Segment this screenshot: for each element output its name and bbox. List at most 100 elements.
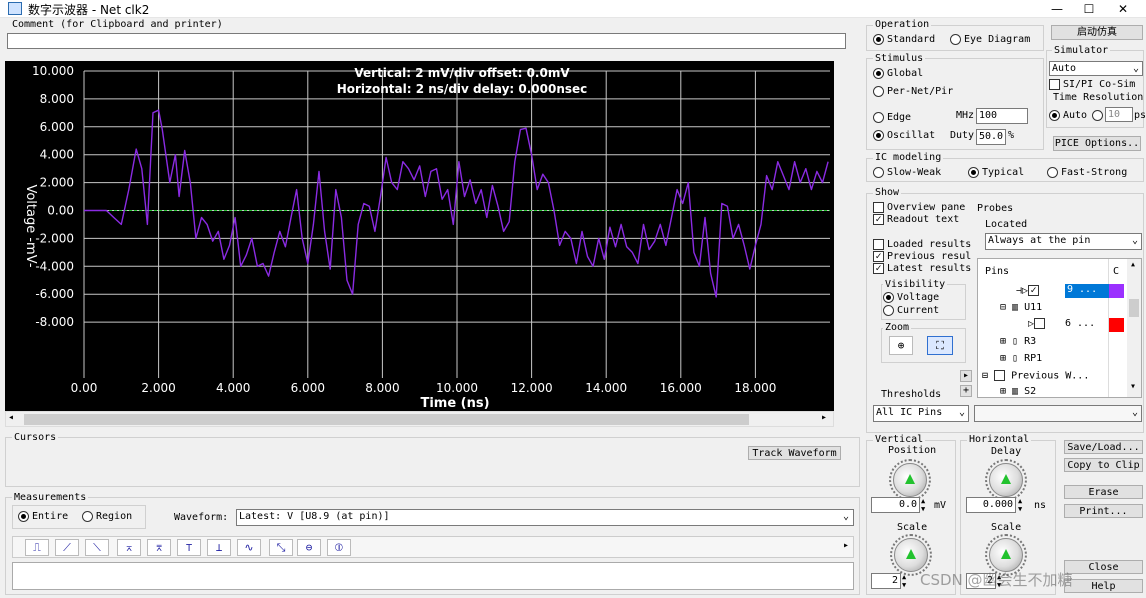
entire-radio[interactable]: Entire [18, 511, 68, 523]
zoom-in-icon[interactable]: ⊕ [889, 336, 913, 355]
tree-row-pin-6[interactable]: ▷ [1028, 318, 1046, 330]
hold-time-icon[interactable]: ⊥ [207, 539, 231, 556]
undershoot-icon[interactable]: ⌆ [147, 539, 171, 556]
tree-row-u11[interactable]: ⊟ ▥ U11 [1000, 302, 1042, 313]
previous-results-checkbox[interactable]: ✓ Previous resul [873, 251, 971, 263]
voltage-radio[interactable]: Voltage [883, 292, 939, 304]
pin-filter-select[interactable]: ⌄ [974, 405, 1142, 422]
thresholds-select-value: All IC Pins [876, 407, 943, 418]
fast-strong-label: Fast-Strong [1061, 167, 1128, 178]
vertical-scale-knob[interactable] [894, 538, 928, 572]
overview-pane-label: Overview pane [887, 202, 966, 213]
pin-6-color-swatch[interactable] [1109, 318, 1124, 332]
rise-time-icon[interactable]: ⟋ [55, 539, 79, 556]
eye-diagram-label: Eye Diagram [964, 34, 1031, 45]
horizontal-info-text: Horizontal: 2 ns/div delay: 0.000nsec [337, 82, 588, 96]
tree-row-pin-9[interactable]: ⊣▷ ✓ [1016, 285, 1040, 297]
zoom-fit-icon[interactable]: ⛶ [927, 336, 953, 355]
time-resolution-input[interactable]: 10 [1105, 107, 1133, 122]
simulator-title: Simulator [1052, 45, 1111, 56]
watermark: CSDN @幽会生不加糖 [920, 571, 1073, 589]
vertical-scale-input[interactable]: 2 [871, 573, 901, 589]
scroll-left-arrow[interactable]: ◂ [8, 412, 14, 423]
tree-row-previous[interactable]: ⊟ Previous W... [982, 370, 1089, 382]
slew-rate-icon[interactable]: ∿ [237, 539, 261, 556]
typical-radio[interactable]: Typical [968, 167, 1024, 179]
fall-time-icon[interactable]: ⟍ [85, 539, 109, 556]
eye-width-icon[interactable]: ⊖ [297, 539, 321, 556]
help-button[interactable]: Help [1064, 579, 1143, 593]
readout-text-checkbox[interactable]: ✓ Readout text [873, 214, 959, 226]
copy-to-clip-button[interactable]: Copy to Clip [1064, 458, 1143, 472]
vertical-position-spinner[interactable]: ▲ ▼ [921, 497, 925, 513]
scroll-right-arrow[interactable]: ▸ [821, 412, 827, 423]
pulse-width-icon[interactable]: ⎍ [25, 539, 49, 556]
current-radio[interactable]: Current [883, 305, 939, 317]
start-simulation-button[interactable]: 启动仿真 [1051, 25, 1143, 40]
x-tick-label: 18.000 [734, 381, 776, 395]
tree-row-r3[interactable]: ⊞ ▯ R3 [1000, 336, 1036, 347]
close-dialog-button[interactable]: Close [1064, 560, 1143, 574]
simulator-select[interactable]: Auto ⌄ [1049, 61, 1143, 76]
plot-scrollbar[interactable]: ◂ ▸ [5, 411, 834, 427]
standard-radio[interactable]: Standard [873, 34, 935, 46]
pice-options-button[interactable]: PICE Options.. [1053, 136, 1141, 151]
frequency-input[interactable]: 100 [976, 108, 1028, 124]
print-button[interactable]: Print... [1064, 504, 1143, 518]
vertical-position-knob[interactable] [893, 463, 927, 497]
cosim-checkbox-box [1049, 79, 1060, 90]
pins-expand-button[interactable]: ▸ [960, 370, 972, 382]
chevron-down-icon: ⌄ [1131, 235, 1138, 246]
horizontal-scale-knob[interactable] [989, 538, 1023, 572]
waveform-select[interactable]: Latest: V [U8.9 (at pin)] ⌄ [236, 509, 854, 526]
global-radio[interactable]: Global [873, 68, 923, 80]
tree-row-s2[interactable]: ⊞ ▥ S2 [1000, 386, 1036, 397]
located-label: Located [985, 219, 1028, 230]
comment-input[interactable] [7, 33, 846, 49]
horizontal-delay-knob[interactable] [989, 463, 1023, 497]
waveform-plot[interactable]: 0.00 2.000 4.000 6.000 8.000 10.000 12.000 14.0… [5, 61, 834, 411]
pins-add-button[interactable]: + [960, 385, 972, 397]
thresholds-select[interactable]: All IC Pins ⌄ [873, 405, 969, 422]
tree-scroll-up-arrow[interactable]: ▴ [1130, 259, 1136, 270]
tree-scroll-down-arrow[interactable]: ▾ [1130, 381, 1136, 392]
tree-scroll-thumb[interactable] [1129, 299, 1139, 317]
close-button[interactable]: ✕ [1100, 0, 1146, 18]
latest-results-checkbox-box: ✓ [873, 263, 884, 274]
vertical-scale-spinner[interactable]: ▲ ▼ [902, 573, 906, 589]
horizontal-delay-input[interactable]: 0.000 [966, 497, 1016, 513]
readout-text-checkbox-box: ✓ [873, 214, 884, 225]
toolbar-scroll-right-arrow[interactable]: ▸ [843, 540, 849, 551]
time-auto-radio[interactable]: Auto [1049, 110, 1087, 122]
delta-marker-icon[interactable]: ⤡ [269, 539, 293, 556]
vertical-position-input[interactable]: 0.0 [871, 497, 920, 513]
cosim-checkbox[interactable]: SI/PI Co-Sim [1049, 79, 1135, 91]
oscillat-radio[interactable]: Oscillat [873, 130, 935, 142]
pins-tree[interactable]: Pins C ▴ ▾ ⊣▷ ✓ 9 ... ⊟ ▥ U11 ▷ 6 ... ⊞ ▯… [977, 258, 1142, 398]
time-manual-radio[interactable] [1092, 110, 1103, 121]
scroll-thumb[interactable] [24, 414, 749, 425]
thresholds-label: Thresholds [881, 389, 942, 400]
latest-results-checkbox[interactable]: ✓ Latest results [873, 263, 971, 275]
tree-row-rp1[interactable]: ⊞ ▯ RP1 [1000, 353, 1042, 364]
loaded-results-checkbox[interactable]: Loaded results [873, 239, 971, 251]
slow-weak-radio[interactable]: Slow-Weak [873, 167, 941, 179]
per-net-radio[interactable]: Per-Net/Pir [873, 86, 953, 98]
overview-pane-checkbox[interactable]: Overview pane [873, 202, 965, 214]
setup-time-icon[interactable]: ⊤ [177, 539, 201, 556]
track-waveform-button[interactable]: Track Waveform [748, 446, 841, 460]
tree-scrollbar[interactable]: ▴ ▾ [1127, 259, 1141, 397]
save-load-button[interactable]: Save/Load... [1064, 440, 1143, 454]
duty-input[interactable]: 50.0 [976, 129, 1006, 145]
edge-radio[interactable]: Edge [873, 112, 911, 124]
erase-button[interactable]: Erase [1064, 485, 1143, 499]
y-tick-label: 4.000 [40, 148, 74, 162]
region-radio[interactable]: Region [82, 511, 132, 523]
horizontal-delay-spinner[interactable]: ▲ ▼ [1018, 497, 1022, 513]
located-select[interactable]: Always at the pin ⌄ [985, 233, 1142, 250]
eye-diagram-radio[interactable]: Eye Diagram [950, 34, 1030, 46]
pin-9-color-swatch[interactable] [1109, 284, 1124, 298]
overshoot-icon[interactable]: ⌅ [117, 539, 141, 556]
eye-height-icon[interactable]: ⦶ [327, 539, 351, 556]
fast-strong-radio[interactable]: Fast-Strong [1047, 167, 1127, 179]
